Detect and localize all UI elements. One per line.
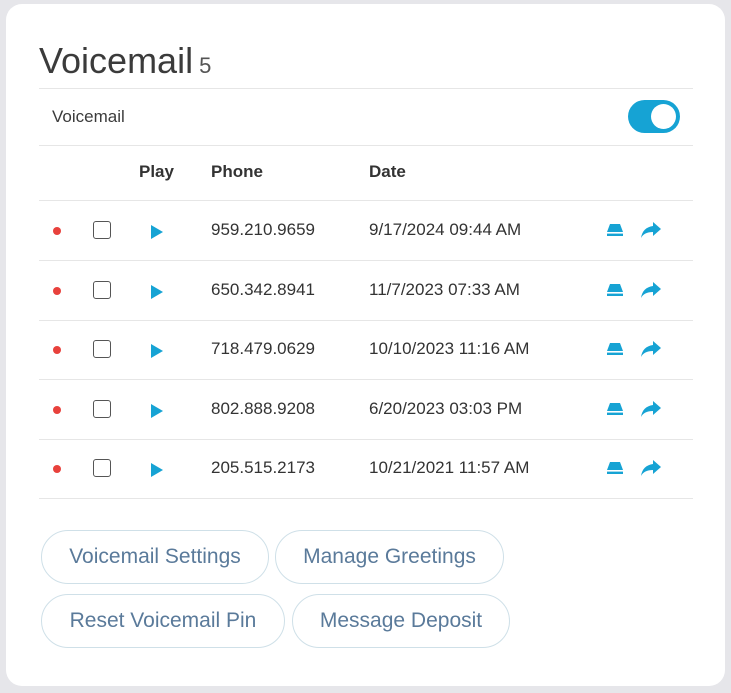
column-header-date: Date [369,162,406,181]
table-row: 205.515.2173 10/21/2021 11:57 AM [39,439,693,499]
phone-number: 959.210.9659 [211,220,315,239]
manage-greetings-button[interactable]: Manage Greetings [275,530,504,584]
table-row: 802.888.9208 6/20/2023 03:03 PM [39,380,693,440]
save-icon[interactable] [606,402,624,416]
voicemail-count: 5 [199,53,212,78]
toggle-knob [651,104,676,129]
unread-dot [53,227,61,235]
unread-dot [53,465,61,473]
select-checkbox[interactable] [93,221,111,239]
toggle-label: Voicemail [52,107,125,126]
forward-icon[interactable] [640,221,662,239]
voicemail-toggle[interactable] [628,100,680,133]
phone-number: 650.342.8941 [211,280,315,299]
phone-number: 802.888.9208 [211,399,315,418]
select-checkbox[interactable] [93,281,111,299]
select-checkbox[interactable] [93,400,111,418]
message-deposit-button[interactable]: Message Deposit [292,594,510,648]
unread-dot [53,346,61,354]
voicemail-date: 10/21/2021 11:57 AM [369,458,530,477]
forward-icon[interactable] [640,459,662,477]
reset-voicemail-pin-button[interactable]: Reset Voicemail Pin [41,594,285,648]
table-row: 650.342.8941 11/7/2023 07:33 AM [39,261,693,321]
unread-dot [53,406,61,414]
forward-icon[interactable] [640,281,662,299]
play-icon[interactable] [150,343,164,359]
table-row: 718.479.0629 10/10/2023 11:16 AM [39,320,693,380]
play-icon[interactable] [150,284,164,300]
voicemail-date: 11/7/2023 07:33 AM [369,280,520,299]
voicemail-date: 10/10/2023 11:16 AM [369,339,530,358]
table-row: 959.210.9659 9/17/2024 09:44 AM [39,201,693,261]
forward-icon[interactable] [640,400,662,418]
play-icon[interactable] [150,224,164,240]
forward-icon[interactable] [640,340,662,358]
voicemail-card: Voicemail 5 Voicemail Play Phone Date 959… [6,4,725,686]
select-checkbox[interactable] [93,340,111,358]
save-icon[interactable] [606,223,624,237]
voicemail-date: 6/20/2023 03:03 PM [369,399,523,418]
column-header-play: Play [139,162,174,181]
unread-dot [53,287,61,295]
column-header-phone: Phone [211,162,263,181]
title-text: Voicemail [39,40,194,81]
play-icon[interactable] [150,403,164,419]
save-icon[interactable] [606,461,624,475]
phone-number: 718.479.0629 [211,339,315,358]
voicemail-toggle-row: Voicemail [39,88,693,146]
page-title: Voicemail 5 [39,40,211,82]
phone-number: 205.515.2173 [211,458,315,477]
save-icon[interactable] [606,342,624,356]
table-header: Play Phone Date [39,144,693,201]
voicemail-date: 9/17/2024 09:44 AM [369,220,522,239]
select-checkbox[interactable] [93,459,111,477]
save-icon[interactable] [606,283,624,297]
play-icon[interactable] [150,462,164,478]
voicemail-settings-button[interactable]: Voicemail Settings [41,530,269,584]
